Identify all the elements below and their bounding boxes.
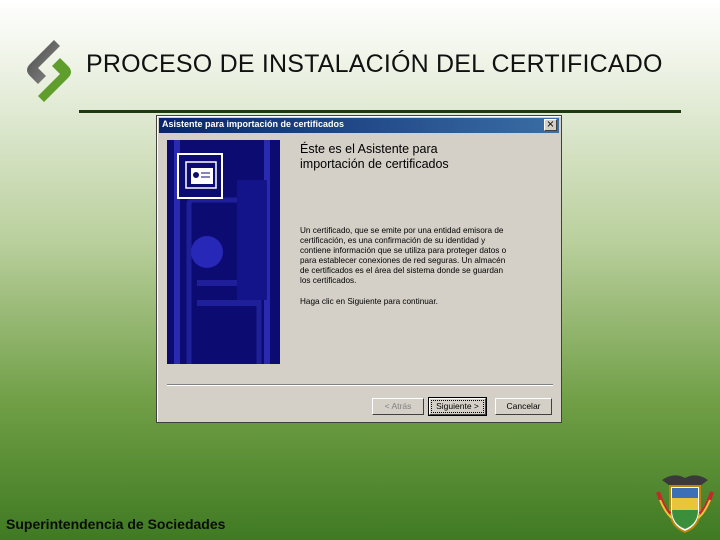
wizard-heading-line: importación de certificados (300, 157, 449, 171)
wizard-heading: Éste es el Asistente para importación de… (300, 142, 550, 172)
description-line: para establecer conexiones de red segura… (300, 256, 506, 265)
cancel-button[interactable]: Cancelar (495, 398, 552, 415)
button-separator (167, 384, 553, 386)
continue-hint: Haga clic en Siguiente para continuar. (300, 297, 438, 306)
slide-title: PROCESO DE INSTALACIÓN DEL CERTIFICADO (86, 50, 663, 78)
certificate-import-wizard-dialog: Asistente para importación de certificad… (156, 115, 562, 423)
description-line: contiene información que se utiliza para… (300, 246, 507, 255)
description-line: certificación, es una confirmación de su… (300, 236, 486, 245)
certificate-icon (177, 153, 223, 199)
company-logo-icon (27, 40, 71, 102)
wizard-banner-graphic (167, 140, 280, 364)
dialog-titlebar[interactable]: Asistente para importación de certificad… (159, 118, 559, 133)
back-button[interactable]: < Atrás (372, 398, 424, 415)
wizard-heading-line: Éste es el Asistente para (300, 142, 438, 156)
description-line: los certificados. (300, 276, 357, 285)
wizard-description: Un certificado, que se emite por una ent… (300, 226, 530, 286)
title-divider (79, 110, 681, 113)
footer-organization: Superintendencia de Sociedades (6, 516, 226, 532)
next-button[interactable]: Siguiente > (428, 397, 487, 416)
dialog-title: Asistente para importación de certificad… (162, 119, 345, 129)
wizard-side-banner (167, 140, 280, 364)
next-button-label: Siguiente > (431, 400, 484, 413)
close-button[interactable]: × (544, 119, 557, 131)
description-line: de certificados es el área del sistema d… (300, 266, 503, 275)
coat-of-arms-icon (656, 475, 714, 534)
description-line: Un certificado, que se emite por una ent… (300, 226, 504, 235)
